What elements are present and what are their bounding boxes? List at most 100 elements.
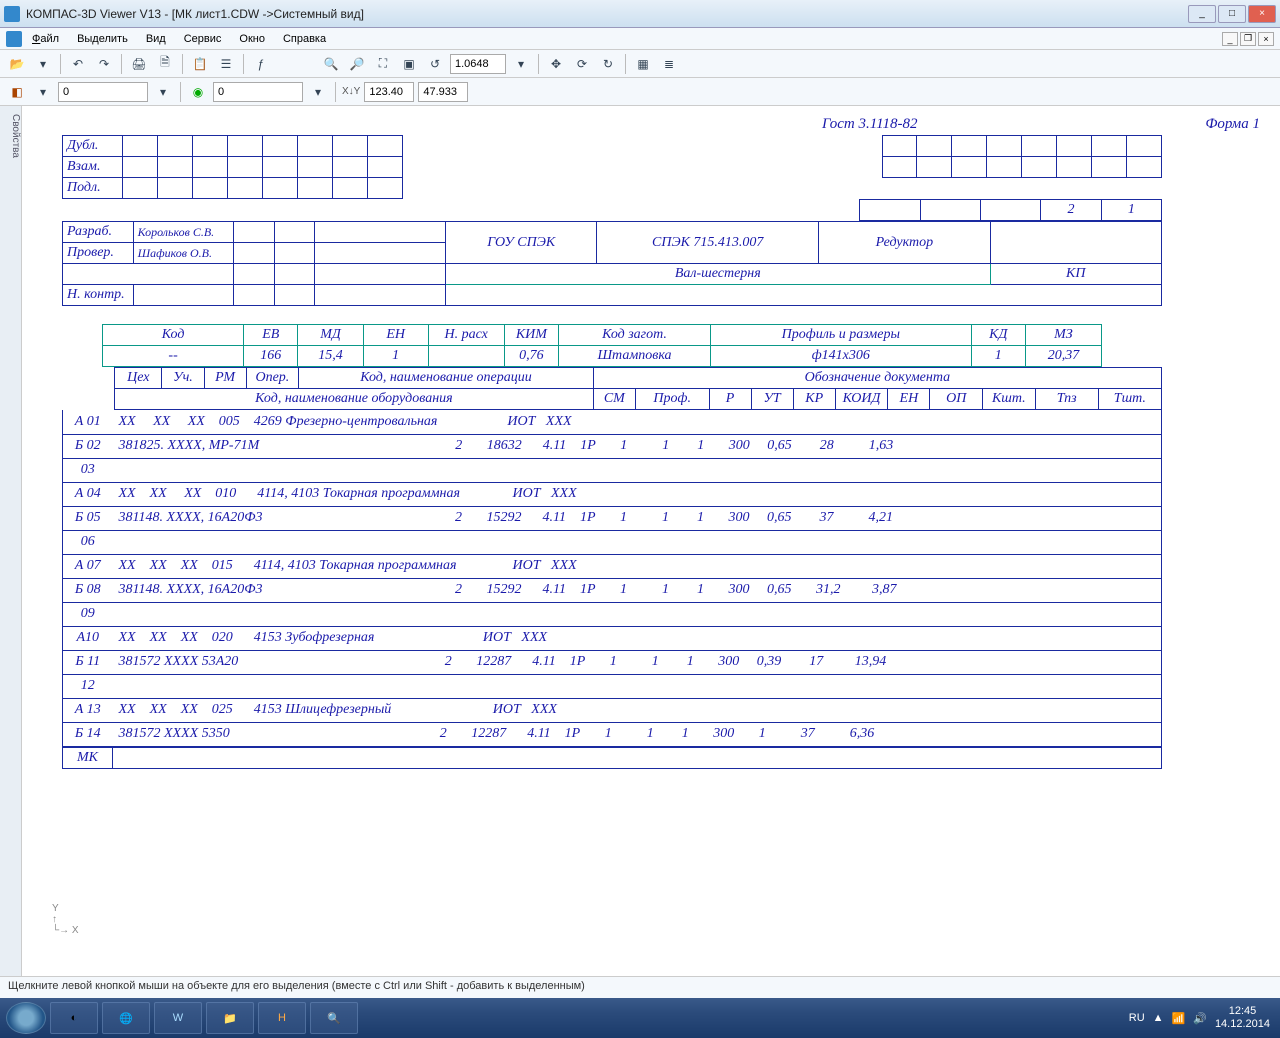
tray-lang[interactable]: RU — [1129, 1012, 1145, 1024]
mdi-restore-button[interactable]: ❐ — [1240, 32, 1256, 46]
row-num: Б 14 — [63, 722, 113, 746]
zoom-out-icon[interactable]: 🔎 — [346, 53, 368, 75]
minimize-button[interactable]: _ — [1188, 5, 1216, 23]
zoom-window-icon[interactable]: ⛶ — [372, 53, 394, 75]
operation-rows: А 01ХХ ХХ ХХ 005 4269 Фрезерно-центровал… — [62, 410, 1162, 747]
drawing-canvas[interactable]: Гост 3.1118-82 Форма 1 Дубл. Взам. Подл.… — [22, 106, 1280, 976]
row-text: ХХ ХХ ХХ 025 4153 Шлицефрезерный ИОТ ХХХ — [113, 698, 1162, 722]
row-num: 06 — [63, 530, 113, 554]
zoom-fit-icon[interactable]: ▣ — [398, 53, 420, 75]
row-num: А10 — [63, 626, 113, 650]
coord-y-input[interactable] — [418, 82, 468, 102]
menu-window[interactable]: Окно — [231, 31, 273, 47]
row-text: ХХ ХХ ХХ 010 4114, 4103 Токарная програм… — [113, 482, 1162, 506]
layer-dd2-icon[interactable]: ▾ — [152, 81, 174, 103]
row-num: Б 05 — [63, 506, 113, 530]
titlebar: КОМПАС-3D Viewer V13 - [МК лист1.CDW ->С… — [0, 0, 1280, 28]
zoom-prev-icon[interactable]: ↺ — [424, 53, 446, 75]
row-text: 381572 ХХХХ 5350 2 12287 4.11 1Р 1 1 1 3… — [113, 722, 1162, 746]
row-text: ХХ ХХ ХХ 020 4153 Зубофрезерная ИОТ ХХХ — [113, 626, 1162, 650]
row-text — [113, 530, 1162, 554]
rotate-icon[interactable]: ⟳ — [571, 53, 593, 75]
row-text: 381148. ХХХХ, 16А20Ф3 2 15292 4.11 1Р 1 … — [113, 506, 1162, 530]
xy-label: X↓Y — [342, 86, 360, 97]
mdi-close-button[interactable]: × — [1258, 32, 1274, 46]
taskbar: ◐ 🌐 W 📁 H 🔍 RU ▲ 📶 🔊 12:4514.12.2014 — [0, 998, 1280, 1038]
preview-icon[interactable]: 🗎 — [154, 53, 176, 75]
row-text — [113, 674, 1162, 698]
row-num: Б 11 — [63, 650, 113, 674]
pan-icon[interactable]: ✥ — [545, 53, 567, 75]
state-icon[interactable]: ◉ — [187, 81, 209, 103]
menubar: Файл Выделить Вид Сервис Окно Справка _ … — [0, 28, 1280, 50]
row-num: А 04 — [63, 482, 113, 506]
tray-vol-icon[interactable]: 🔊 — [1193, 1012, 1207, 1025]
side-panel-properties[interactable]: Свойства — [0, 106, 22, 976]
task-app[interactable]: H — [258, 1002, 306, 1034]
task-chrome[interactable]: 🌐 — [102, 1002, 150, 1034]
menu-file[interactable]: Файл — [24, 31, 67, 47]
menu-help[interactable]: Справка — [275, 31, 334, 47]
task-kompas[interactable]: 🔍 — [310, 1002, 358, 1034]
task-word[interactable]: W — [154, 1002, 202, 1034]
stamp-pages: 21 — [62, 199, 1162, 221]
toolbar-2: ◧ ▾ ▾ ◉ ▾ X↓Y — [0, 78, 1280, 106]
save-icon[interactable]: ▾ — [32, 53, 54, 75]
tray-flag-icon[interactable]: ▲ — [1153, 1012, 1164, 1024]
grid-icon[interactable]: ▦ — [632, 53, 654, 75]
zoom-in-icon[interactable]: 🔍 — [320, 53, 342, 75]
redraw-icon[interactable]: ↻ — [597, 53, 619, 75]
row-text — [113, 458, 1162, 482]
material-header: Код ЕВ МД ЕН Н. расх КИМ Код загот. Проф… — [102, 324, 1102, 367]
state-dd-icon[interactable]: ▾ — [307, 81, 329, 103]
state-input[interactable] — [213, 82, 303, 102]
row-text: 381572 ХХХХ 53А20 2 12287 4.11 1Р 1 1 1 … — [113, 650, 1162, 674]
doc-icon — [6, 31, 22, 47]
row-num: 12 — [63, 674, 113, 698]
stamp-top: Дубл. Взам. Подл. — [62, 135, 1162, 199]
toolbar-1: 📂 ▾ ↶ ↷ 🖨 🗎 📋 ☰ ƒ 🔍 🔎 ⛶ ▣ ↺ ▾ ✥ ⟳ ↻ ▦ ≣ — [0, 50, 1280, 78]
print-icon[interactable]: 🖨 — [128, 53, 150, 75]
form-label: Форма 1 — [1205, 116, 1260, 133]
op-subheader: ЦехУч.РМОпер. Код, наименование операции… — [62, 367, 1162, 410]
menu-select[interactable]: Выделить — [69, 31, 136, 47]
row-num: А 07 — [63, 554, 113, 578]
app-icon — [4, 6, 20, 22]
menu-service[interactable]: Сервис — [176, 31, 230, 47]
row-num: Б 08 — [63, 578, 113, 602]
task-item[interactable]: ◐ — [50, 1002, 98, 1034]
mdi-min-button[interactable]: _ — [1222, 32, 1238, 46]
zoom-dd-icon[interactable]: ▾ — [510, 53, 532, 75]
layer-dd-icon[interactable]: ▾ — [32, 81, 54, 103]
tray-net-icon[interactable]: 📶 — [1172, 1012, 1186, 1025]
task-explorer[interactable]: 📁 — [206, 1002, 254, 1034]
nav-fwd-icon[interactable]: ↷ — [93, 53, 115, 75]
stamp-main: Разраб.Корольков С.В. ГОУ СПЭК СПЭК 715.… — [62, 221, 1162, 306]
row-text: 381148. ХХХХ, 16А20Ф3 2 15292 4.11 1Р 1 … — [113, 578, 1162, 602]
layer-input[interactable] — [58, 82, 148, 102]
window-title: КОМПАС-3D Viewer V13 - [МК лист1.CDW ->С… — [26, 7, 1188, 21]
maximize-button[interactable]: □ — [1218, 5, 1246, 23]
row-num: А 01 — [63, 410, 113, 434]
axis-indicator: Y↑└→ X — [52, 903, 79, 936]
start-button[interactable] — [6, 1002, 46, 1034]
layer-icon[interactable]: ◧ — [6, 81, 28, 103]
gost-label: Гост 3.1118-82 — [822, 116, 918, 133]
row-text: ХХ ХХ ХХ 005 4269 Фрезерно-центровальная… — [113, 410, 1162, 434]
menu-view[interactable]: Вид — [138, 31, 174, 47]
vars-icon[interactable]: ƒ — [250, 53, 272, 75]
coord-x-input[interactable] — [364, 82, 414, 102]
props-icon[interactable]: ☰ — [215, 53, 237, 75]
open-icon[interactable]: 📂 — [6, 53, 28, 75]
mk-footer: МК — [62, 747, 1162, 769]
copy-icon[interactable]: 📋 — [189, 53, 211, 75]
tray-clock[interactable]: 12:4514.12.2014 — [1215, 1005, 1270, 1031]
close-button[interactable]: × — [1248, 5, 1276, 23]
row-text: ХХ ХХ ХХ 015 4114, 4103 Токарная програм… — [113, 554, 1162, 578]
zoom-input[interactable] — [450, 54, 506, 74]
layers-icon[interactable]: ≣ — [658, 53, 680, 75]
nav-back-icon[interactable]: ↶ — [67, 53, 89, 75]
row-text — [113, 602, 1162, 626]
statusbar: Щелкните левой кнопкой мыши на объекте д… — [0, 976, 1280, 998]
row-text: 381825. ХХХХ, МР-71М 2 18632 4.11 1Р 1 1… — [113, 434, 1162, 458]
